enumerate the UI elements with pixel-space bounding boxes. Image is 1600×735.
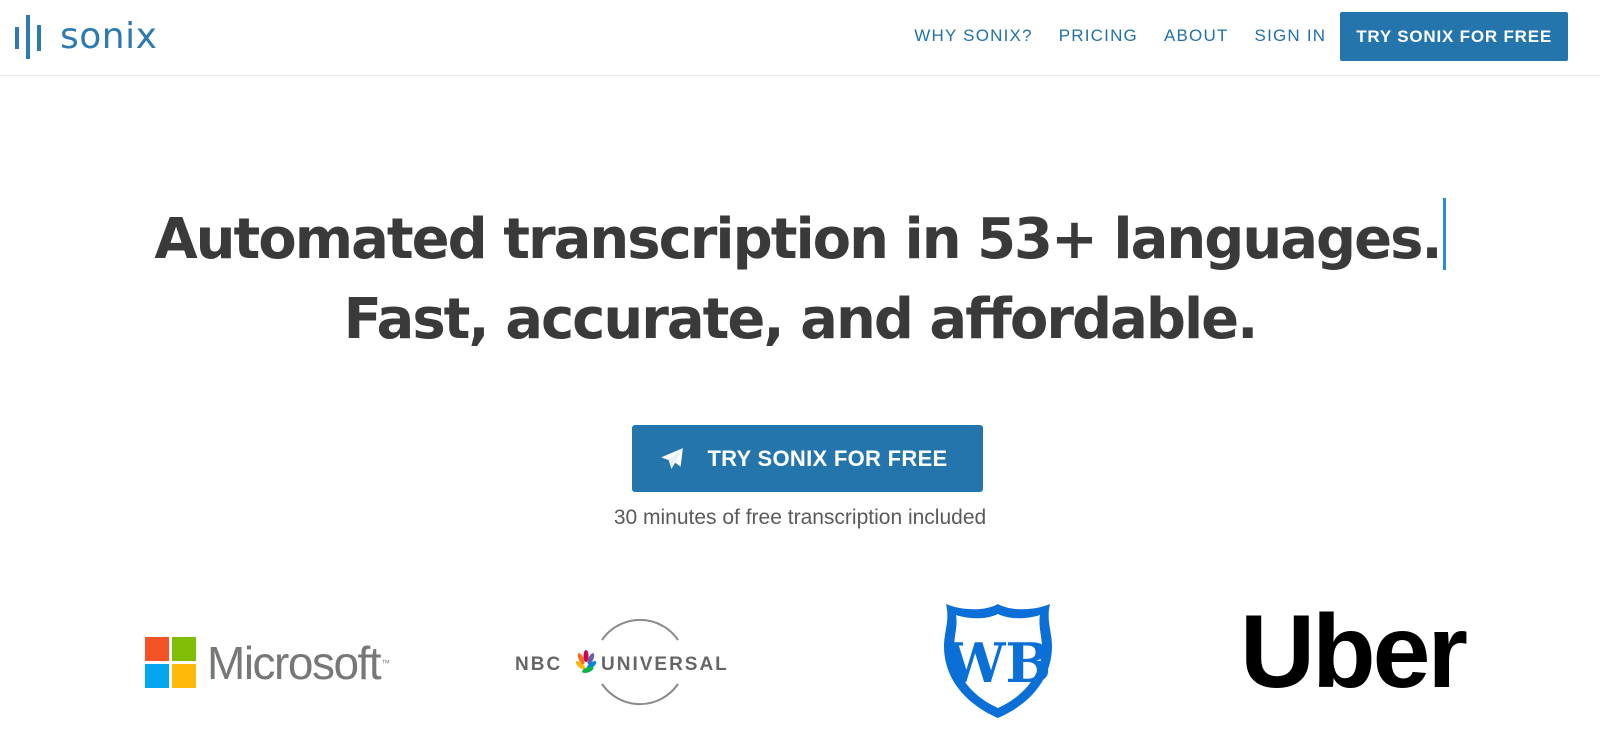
microsoft-logo: Microsoft ™ bbox=[145, 636, 390, 690]
wb-text: WB bbox=[944, 631, 1051, 695]
nav-try-free-button[interactable]: TRY SONIX FOR FREE bbox=[1340, 11, 1568, 61]
hero-headline: Automated transcription in 53+ languages… bbox=[0, 198, 1600, 360]
nav-sign-in[interactable]: SIGN IN bbox=[1255, 11, 1327, 61]
nav-pricing[interactable]: PRICING bbox=[1059, 11, 1138, 61]
top-navigation-bar: sonix WHY SONIX? PRICING ABOUT SIGN IN T… bbox=[0, 0, 1600, 76]
nbc-universal-globe-icon: NBC UNIVERSAL bbox=[515, 618, 729, 706]
customer-logos-row: Microsoft ™ NBC UNIVERSAL WB Uber bbox=[0, 596, 1600, 726]
uber-wordmark: Uber bbox=[1240, 594, 1468, 710]
nav-about[interactable]: ABOUT bbox=[1164, 11, 1229, 61]
hero-cta-wrapper: TRY SONIX FOR FREE bbox=[632, 425, 983, 492]
sonix-wordmark: sonix bbox=[60, 16, 158, 57]
trademark-mark: ™ bbox=[381, 658, 391, 668]
hero-try-free-button[interactable]: TRY SONIX FOR FREE bbox=[632, 425, 983, 492]
sonix-waveform-icon bbox=[15, 15, 41, 59]
universal-text: UNIVERSAL bbox=[601, 654, 729, 675]
nbc-text: NBC bbox=[515, 654, 562, 675]
paper-plane-icon bbox=[661, 447, 684, 469]
hero-section: Automated transcription in 53+ languages… bbox=[0, 198, 1600, 360]
warner-bros-logo: WB bbox=[940, 602, 1056, 720]
free-minutes-note: 30 minutes of free transcription include… bbox=[613, 506, 987, 529]
nav-why-sonix[interactable]: WHY SONIX? bbox=[914, 11, 1032, 61]
uber-logo: Uber bbox=[1240, 594, 1468, 710]
hero-cta-label: TRY SONIX FOR FREE bbox=[707, 445, 948, 471]
typing-caret bbox=[1442, 198, 1446, 270]
microsoft-windows-icon bbox=[145, 637, 196, 688]
wb-shield-icon: WB bbox=[944, 604, 1052, 718]
headline-line-2: Fast, accurate, and affordable. bbox=[343, 287, 1259, 352]
sonix-logo[interactable]: sonix bbox=[14, 13, 157, 61]
nbc-universal-logo: NBC UNIVERSAL bbox=[515, 616, 755, 708]
microsoft-wordmark: Microsoft bbox=[207, 637, 382, 689]
main-nav: WHY SONIX? PRICING ABOUT SIGN IN TRY SON… bbox=[888, 11, 1568, 61]
headline-line-1: Automated transcription in 53+ languages… bbox=[154, 207, 1442, 272]
